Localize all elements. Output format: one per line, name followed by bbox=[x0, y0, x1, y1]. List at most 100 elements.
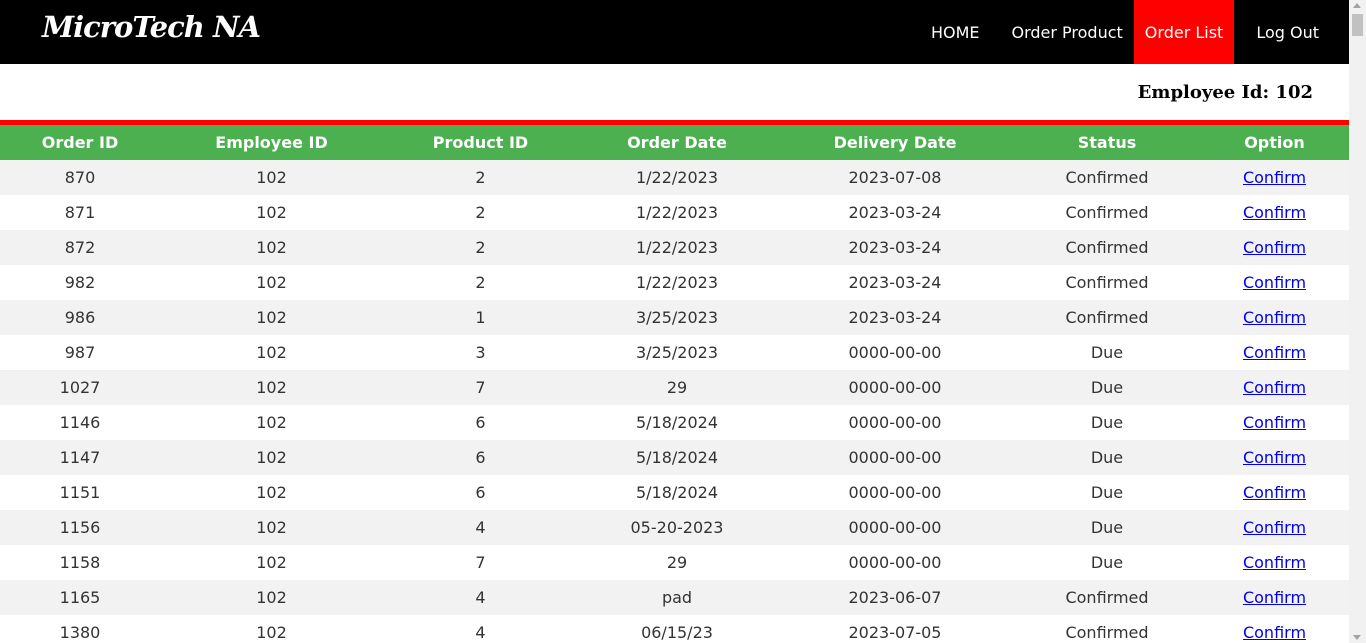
confirm-link[interactable]: Confirm bbox=[1243, 553, 1306, 572]
order-date-cell: 1/22/2023 bbox=[578, 230, 776, 265]
option-cell: Confirm bbox=[1200, 370, 1349, 405]
employee-id-cell: 102 bbox=[160, 195, 383, 230]
product-id-cell: 7 bbox=[383, 545, 578, 580]
option-cell: Confirm bbox=[1200, 615, 1349, 643]
order-id-cell: 982 bbox=[0, 265, 160, 300]
order-date-cell: 29 bbox=[578, 370, 776, 405]
table-row: 1156 102 4 05-20-2023 0000-00-00 Due Confirm bbox=[0, 510, 1349, 545]
option-cell: Confirm bbox=[1200, 580, 1349, 615]
order-date-cell: 29 bbox=[578, 545, 776, 580]
header-order-id: Order ID bbox=[0, 125, 160, 160]
scroll-down-arrow-icon[interactable] bbox=[1353, 635, 1361, 640]
product-id-cell: 6 bbox=[383, 440, 578, 475]
delivery-date-cell: 2023-07-05 bbox=[776, 615, 1014, 643]
order-date-cell: 1/22/2023 bbox=[578, 265, 776, 300]
employee-id-cell: 102 bbox=[160, 160, 383, 195]
status-cell: Confirmed bbox=[1014, 615, 1200, 643]
employee-id-cell: 102 bbox=[160, 370, 383, 405]
product-id-cell: 6 bbox=[383, 405, 578, 440]
confirm-link[interactable]: Confirm bbox=[1243, 518, 1306, 537]
orders-table: Order ID Employee ID Product ID Order Da… bbox=[0, 125, 1349, 643]
confirm-link[interactable]: Confirm bbox=[1243, 203, 1306, 222]
nav-order-list-link[interactable]: Order List bbox=[1133, 0, 1235, 64]
option-cell: Confirm bbox=[1200, 230, 1349, 265]
product-id-cell: 3 bbox=[383, 335, 578, 370]
confirm-link[interactable]: Confirm bbox=[1243, 308, 1306, 327]
order-date-cell: 5/18/2024 bbox=[578, 405, 776, 440]
confirm-link[interactable]: Confirm bbox=[1243, 238, 1306, 257]
order-date-cell: 3/25/2023 bbox=[578, 335, 776, 370]
confirm-link[interactable]: Confirm bbox=[1243, 623, 1306, 642]
confirm-link[interactable]: Confirm bbox=[1243, 448, 1306, 467]
table-row: 986 102 1 3/25/2023 2023-03-24 Confirmed Confi… bbox=[0, 300, 1349, 335]
confirm-link[interactable]: Confirm bbox=[1243, 168, 1306, 187]
product-id-cell: 7 bbox=[383, 370, 578, 405]
order-date-cell: 5/18/2024 bbox=[578, 475, 776, 510]
table-row: 1158 102 7 29 0000-00-00 Due Confirm bbox=[0, 545, 1349, 580]
product-id-cell: 2 bbox=[383, 265, 578, 300]
employee-id-cell: 102 bbox=[160, 300, 383, 335]
option-cell: Confirm bbox=[1200, 405, 1349, 440]
order-id-cell: 987 bbox=[0, 335, 160, 370]
header-order-date: Order Date bbox=[578, 125, 776, 160]
order-id-cell: 871 bbox=[0, 195, 160, 230]
table-row: 871 102 2 1/22/2023 2023-03-24 Confirmed Confi… bbox=[0, 195, 1349, 230]
employee-id-cell: 102 bbox=[160, 440, 383, 475]
delivery-date-cell: 0000-00-00 bbox=[776, 475, 1014, 510]
status-cell: Due bbox=[1014, 545, 1200, 580]
confirm-link[interactable]: Confirm bbox=[1243, 343, 1306, 362]
confirm-link[interactable]: Confirm bbox=[1243, 413, 1306, 432]
option-cell: Confirm bbox=[1200, 195, 1349, 230]
product-id-cell: 2 bbox=[383, 195, 578, 230]
order-date-cell: 5/18/2024 bbox=[578, 440, 776, 475]
table-row: 1027 102 7 29 0000-00-00 Due Confirm bbox=[0, 370, 1349, 405]
top-navbar: MicroTech NA HOME Order Product Order Li… bbox=[0, 0, 1349, 64]
table-row: 1147 102 6 5/18/2024 0000-00-00 Due Confirm bbox=[0, 440, 1349, 475]
nav-home-link[interactable]: HOME bbox=[920, 0, 991, 64]
order-date-cell: 1/22/2023 bbox=[578, 195, 776, 230]
status-cell: Due bbox=[1014, 335, 1200, 370]
order-id-cell: 1158 bbox=[0, 545, 160, 580]
confirm-link[interactable]: Confirm bbox=[1243, 483, 1306, 502]
nav-logout-link[interactable]: Log Out bbox=[1245, 0, 1330, 64]
delivery-date-cell: 2023-03-24 bbox=[776, 300, 1014, 335]
brand-logo: MicroTech NA bbox=[42, 10, 261, 44]
scroll-up-arrow-icon[interactable] bbox=[1353, 3, 1361, 8]
order-date-cell: pad bbox=[578, 580, 776, 615]
option-cell: Confirm bbox=[1200, 160, 1349, 195]
delivery-date-cell: 0000-00-00 bbox=[776, 405, 1014, 440]
table-header-row: Order ID Employee ID Product ID Order Da… bbox=[0, 125, 1349, 160]
confirm-link[interactable]: Confirm bbox=[1243, 273, 1306, 292]
delivery-date-cell: 0000-00-00 bbox=[776, 370, 1014, 405]
confirm-link[interactable]: Confirm bbox=[1243, 588, 1306, 607]
vertical-scrollbar[interactable] bbox=[1349, 0, 1366, 643]
employee-id-cell: 102 bbox=[160, 335, 383, 370]
option-cell: Confirm bbox=[1200, 475, 1349, 510]
table-row: 1165 102 4 pad 2023-06-07 Confirmed Confirm bbox=[0, 580, 1349, 615]
status-cell: Due bbox=[1014, 475, 1200, 510]
nav-order-product-link[interactable]: Order Product bbox=[1000, 0, 1133, 64]
option-cell: Confirm bbox=[1200, 545, 1349, 580]
option-cell: Confirm bbox=[1200, 265, 1349, 300]
status-cell: Due bbox=[1014, 405, 1200, 440]
confirm-link[interactable]: Confirm bbox=[1243, 378, 1306, 397]
employee-id-cell: 102 bbox=[160, 265, 383, 300]
table-row: 870 102 2 1/22/2023 2023-07-08 Confirmed Confi… bbox=[0, 160, 1349, 195]
table-row: 982 102 2 1/22/2023 2023-03-24 Confirmed Confi… bbox=[0, 265, 1349, 300]
product-id-cell: 2 bbox=[383, 230, 578, 265]
order-date-cell: 1/22/2023 bbox=[578, 160, 776, 195]
status-cell: Due bbox=[1014, 370, 1200, 405]
option-cell: Confirm bbox=[1200, 510, 1349, 545]
status-cell: Confirmed bbox=[1014, 160, 1200, 195]
status-cell: Confirmed bbox=[1014, 580, 1200, 615]
scrollbar-thumb[interactable] bbox=[1352, 14, 1363, 36]
order-id-cell: 1027 bbox=[0, 370, 160, 405]
delivery-date-cell: 2023-03-24 bbox=[776, 195, 1014, 230]
table-row: 987 102 3 3/25/2023 0000-00-00 Due Confirm bbox=[0, 335, 1349, 370]
status-cell: Confirmed bbox=[1014, 195, 1200, 230]
delivery-date-cell: 2023-03-24 bbox=[776, 230, 1014, 265]
employee-id-cell: 102 bbox=[160, 615, 383, 643]
product-id-cell: 4 bbox=[383, 510, 578, 545]
delivery-date-cell: 2023-07-08 bbox=[776, 160, 1014, 195]
order-id-cell: 872 bbox=[0, 230, 160, 265]
